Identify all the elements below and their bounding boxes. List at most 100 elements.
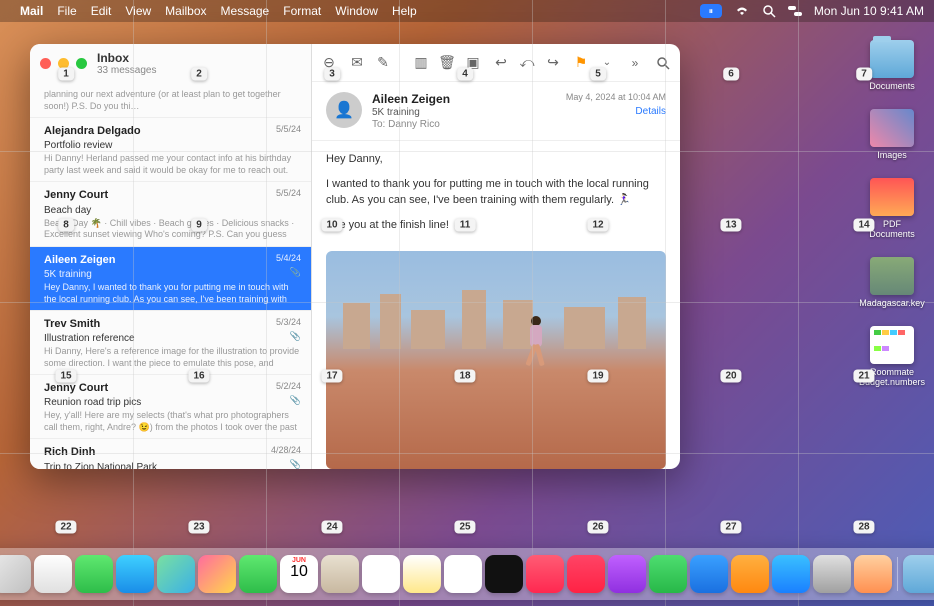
dock-news[interactable]	[567, 555, 605, 593]
header-subject: 5K training	[372, 107, 566, 118]
desktop-item-label: Images	[877, 150, 907, 160]
paperclip-icon: 📎	[290, 459, 301, 469]
pdfstack-icon	[870, 178, 914, 216]
msg-preview: Hi Danny, Here's a reference image for t…	[44, 346, 301, 368]
dock-maps[interactable]	[157, 555, 195, 593]
desktop-item-images[interactable]: Images	[862, 109, 922, 160]
message-list[interactable]: planning our next adventure (or at least…	[30, 82, 311, 469]
grid-label-28: 28	[853, 521, 874, 534]
paperclip-icon: 📎	[290, 267, 301, 279]
grid-label-13: 13	[720, 219, 741, 232]
dock-music[interactable]	[526, 555, 564, 593]
msg-preview: Hi Danny! Herland passed me your contact…	[44, 153, 301, 175]
message-header: 👤 Aileen Zeigen 5K training To: Danny Ri…	[312, 82, 680, 141]
flag-menu-chevron-icon[interactable]: ⌄	[598, 54, 616, 72]
paperclip-icon: 📎	[290, 331, 301, 343]
menu-mailbox[interactable]: Mailbox	[165, 4, 206, 18]
zoom-button[interactable]	[76, 58, 87, 69]
msg-date: 5/4/24	[276, 253, 301, 265]
inbox-count: 33 messages	[97, 65, 156, 76]
grid-label-23: 23	[188, 521, 209, 534]
dock-freeform[interactable]	[444, 555, 482, 593]
app-menu[interactable]: Mail	[20, 4, 43, 18]
compose-icon[interactable]: ✎	[374, 54, 392, 72]
dock-mail[interactable]	[116, 555, 154, 593]
body-paragraph: See you at the finish line!	[326, 217, 666, 234]
message-row[interactable]: Rich Dinh4/28/24📎Trip to Zion National P…	[30, 439, 311, 469]
dock-contacts[interactable]	[321, 555, 359, 593]
reply-icon[interactable]: ↩	[492, 54, 510, 72]
forward-icon[interactable]: ↪	[544, 54, 562, 72]
dock-facetime[interactable]	[239, 555, 277, 593]
dock-photos[interactable]	[198, 555, 236, 593]
flag-icon[interactable]: ⚑	[572, 54, 590, 72]
dock-settings[interactable]	[813, 555, 851, 593]
menu-edit[interactable]: Edit	[91, 4, 112, 18]
message-row[interactable]: Alejandra Delgado5/5/24Portfolio reviewH…	[30, 118, 311, 182]
dock-launchpad[interactable]	[0, 555, 31, 593]
message-row[interactable]: planning our next adventure (or at least…	[30, 82, 311, 118]
dock-reminders[interactable]	[362, 555, 400, 593]
menu-view[interactable]: View	[125, 4, 151, 18]
inbox-title: Inbox	[97, 51, 156, 65]
search-icon[interactable]	[654, 54, 672, 72]
message-row[interactable]: Jenny Court5/2/24📎Reunion road trip pics…	[30, 375, 311, 439]
dock-pages[interactable]	[731, 555, 769, 593]
grid-label-22: 22	[55, 521, 76, 534]
archive-icon[interactable]: ▥	[412, 54, 430, 72]
more-icon[interactable]: »	[626, 54, 644, 72]
dock-messages[interactable]	[75, 555, 113, 593]
desktop-item-documents[interactable]: Documents	[862, 40, 922, 91]
dock-numbers[interactable]	[649, 555, 687, 593]
message-row[interactable]: Jenny Court5/5/24Beach dayBeach Day 🌴 · …	[30, 182, 311, 246]
envelope-icon[interactable]: ✉	[348, 54, 366, 72]
dock-appstore[interactable]	[772, 555, 810, 593]
filter-icon[interactable]: ⊖	[320, 54, 338, 72]
header-date: May 4, 2024 at 10:04 AM	[566, 92, 666, 102]
msg-from: Aileen Zeigen	[44, 253, 301, 267]
menu-format[interactable]: Format	[283, 4, 321, 18]
mail-window: Inbox 33 messages planning our next adve…	[30, 44, 680, 469]
menu-message[interactable]: Message	[221, 4, 270, 18]
dock-separator	[897, 557, 898, 591]
grid-label-26: 26	[587, 521, 608, 534]
dock-calendar[interactable]: JUN10	[280, 555, 318, 593]
desktop-item-madagascar-key[interactable]: Madagascar.key	[862, 257, 922, 308]
grid-label-24: 24	[321, 521, 342, 534]
dock-keynote[interactable]	[690, 555, 728, 593]
message-pane: ⊖ ✉ ✎ ▥ 🗑 ▣ ↩ ⤺ ↪ ⚑ ⌄ »	[312, 44, 680, 469]
msg-from: Jenny Court	[44, 381, 301, 395]
menu-file[interactable]: File	[57, 4, 76, 18]
desktop-item-roommate-budget-numbers[interactable]: Roommate Budget.numbers	[862, 326, 922, 387]
close-button[interactable]	[40, 58, 51, 69]
dock-screentime[interactable]	[854, 555, 892, 593]
control-center-icon[interactable]	[788, 5, 802, 17]
dock-podcasts[interactable]	[608, 555, 646, 593]
desktop-item-label: Madagascar.key	[859, 298, 925, 308]
clock[interactable]: Mon Jun 10 9:41 AM	[814, 4, 924, 18]
paperclip-icon: 📎	[290, 395, 301, 407]
trash-icon[interactable]: 🗑	[438, 54, 456, 72]
dock-downloads[interactable]	[903, 555, 934, 593]
dock-safari[interactable]	[34, 555, 72, 593]
wifi-icon[interactable]	[734, 5, 750, 17]
voice-control-icon[interactable]: ⏸	[700, 4, 722, 18]
minimize-button[interactable]	[58, 58, 69, 69]
message-row[interactable]: Trev Smith5/3/24📎Illustration referenceH…	[30, 311, 311, 375]
junk-icon[interactable]: ▣	[464, 54, 482, 72]
dock-notes[interactable]	[403, 555, 441, 593]
menu-help[interactable]: Help	[392, 4, 417, 18]
msg-preview: Beach Day 🌴 · Chill vibes · Beach games …	[44, 218, 301, 240]
grid-label-20: 20	[720, 370, 741, 383]
reply-all-icon[interactable]: ⤺	[518, 54, 536, 72]
spotlight-icon[interactable]	[762, 4, 776, 18]
menu-window[interactable]: Window	[335, 4, 378, 18]
message-attachment-image[interactable]	[326, 251, 666, 469]
desktop-icons: Documents Images PDF Documents Madagascar.k…	[862, 40, 922, 387]
message-row[interactable]: Aileen Zeigen5/4/24📎5K trainingHey Danny…	[30, 247, 311, 311]
dock-tv[interactable]	[485, 555, 523, 593]
desktop-item-pdf-documents[interactable]: PDF Documents	[862, 178, 922, 239]
msg-preview: planning our next adventure (or at least…	[44, 89, 301, 111]
details-link[interactable]: Details	[566, 106, 666, 117]
msg-from: Jenny Court	[44, 188, 301, 202]
